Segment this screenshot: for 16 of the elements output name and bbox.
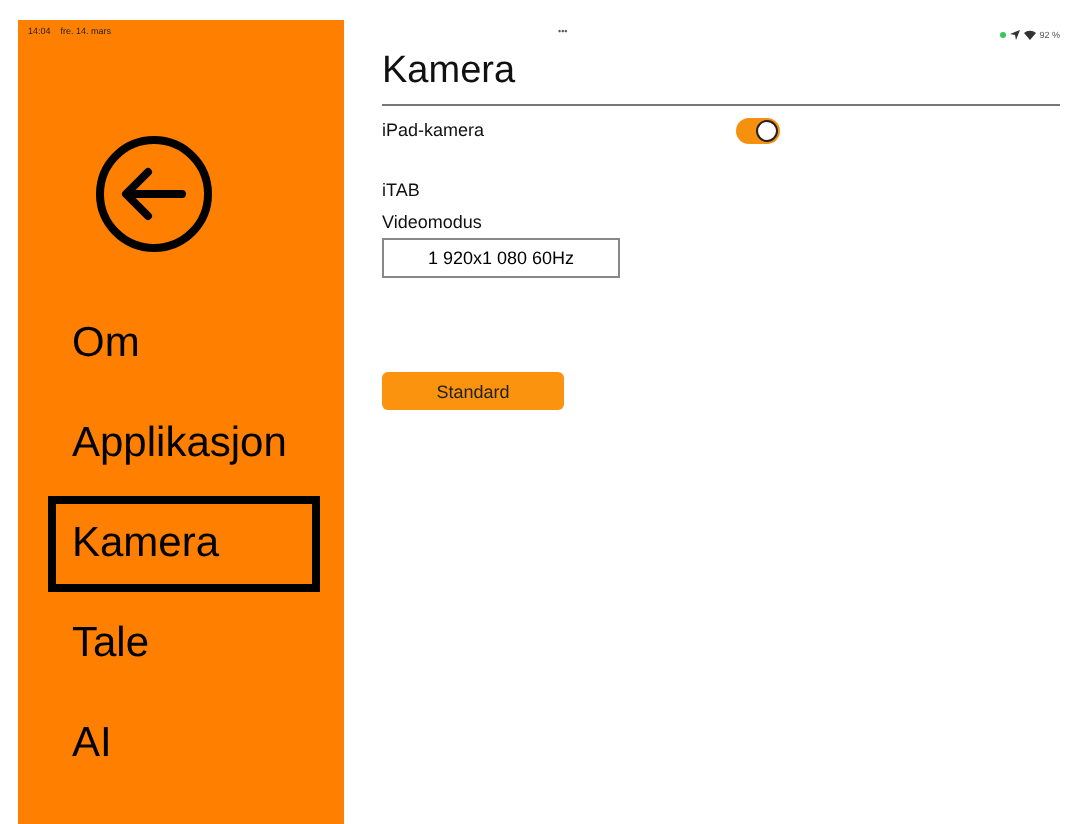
wifi-icon	[1023, 29, 1036, 39]
page-title: Kamera	[382, 50, 1060, 106]
location-icon	[1009, 29, 1020, 39]
video-mode-field[interactable]: 1 920x1 080 60Hz	[382, 238, 620, 278]
sidebar-item[interactable]: Tale	[48, 596, 320, 692]
standard-button[interactable]: Standard	[382, 372, 564, 410]
sidebar-item[interactable]: Applikasjon	[48, 396, 320, 492]
indicator-dot	[999, 31, 1006, 37]
setting-label: iPad-kamera	[382, 120, 487, 140]
toggle-switch[interactable]	[736, 117, 780, 143]
section-label: iTAB	[382, 180, 420, 200]
sidebar-item[interactable]: Kamera	[48, 496, 320, 592]
sidebar-item[interactable]: AI	[48, 696, 320, 792]
field-label: Videomodus	[382, 212, 482, 232]
sidebar-item[interactable]: Om	[48, 296, 320, 392]
back-icon[interactable]	[94, 134, 214, 254]
